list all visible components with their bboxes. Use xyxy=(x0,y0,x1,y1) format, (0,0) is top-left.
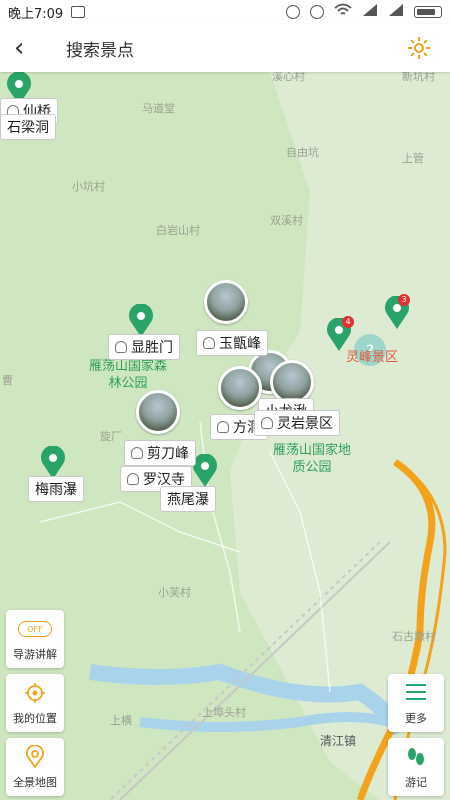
spot-label[interactable]: 玉甑峰 xyxy=(196,330,268,356)
user-icon xyxy=(115,341,127,353)
village-label: 曹 xyxy=(2,374,13,387)
spot-label[interactable]: 石梁洞 xyxy=(0,114,56,140)
scenic-area-label: 灵峰景区 xyxy=(346,350,399,365)
signal-icon xyxy=(362,3,378,21)
user-icon xyxy=(131,447,143,459)
spot-photo-marker[interactable] xyxy=(136,390,180,434)
toggle-switch[interactable]: OFF xyxy=(18,621,52,637)
count-badge: 4 xyxy=(342,316,354,328)
user-icon xyxy=(127,473,139,485)
village-label: 小芙村 xyxy=(158,586,191,599)
back-button[interactable]: ‹ xyxy=(14,33,48,63)
travel-notes-button[interactable]: 游记 xyxy=(388,738,444,796)
spot-photo-marker[interactable] xyxy=(218,366,262,410)
village-label: 小坑村 xyxy=(72,180,105,193)
my-location-label: 我的位置 xyxy=(13,712,57,725)
back-icon: ‹ xyxy=(14,33,25,63)
search-input[interactable]: 搜索景点 xyxy=(48,36,402,61)
village-label: 自由坑 xyxy=(286,146,319,159)
overview-map-button[interactable]: 全景地图 xyxy=(6,738,64,796)
village-label: 新坑村 xyxy=(402,72,435,83)
village-label: 溪心村 xyxy=(272,72,305,83)
footprints-icon xyxy=(408,748,424,765)
overview-map-label: 全景地图 xyxy=(13,776,57,789)
settings-button[interactable] xyxy=(402,31,436,65)
village-label: 石古墩村 xyxy=(392,630,436,643)
menu-icon xyxy=(406,684,426,700)
spot-label[interactable]: 燕尾瀑 xyxy=(160,486,216,512)
map-pin[interactable] xyxy=(40,446,66,480)
forest-park-label: 雁荡山国家森林公园 xyxy=(88,359,167,391)
count-badge: 3 xyxy=(398,294,410,306)
spot-label[interactable]: 剪刀峰 xyxy=(124,440,196,466)
my-location-button[interactable]: 我的位置 xyxy=(6,674,64,732)
user-icon xyxy=(203,337,215,349)
top-bar: ‹ 搜索景点 xyxy=(0,24,450,72)
gear-icon xyxy=(408,37,430,59)
clock: 晚上7:09 xyxy=(8,6,64,22)
status-bar: 晚上7:09 xyxy=(0,0,450,24)
signal2-icon xyxy=(388,3,404,21)
guide-audio-button[interactable]: OFF 导游讲解 xyxy=(6,610,64,668)
village-label: 马道堂 xyxy=(142,102,175,115)
user-icon xyxy=(261,417,273,429)
geo-park-label: 雁荡山国家地质公园 xyxy=(272,443,351,475)
spot-label[interactable]: 梅雨瀑 xyxy=(28,476,84,502)
town-label: 清江镇 xyxy=(320,734,357,748)
spot-label[interactable]: 灵岩景区 xyxy=(254,410,340,436)
village-label: 上埠头村 xyxy=(202,706,246,719)
village-label: 双溪村 xyxy=(270,214,303,227)
village-label: 白岩山村 xyxy=(156,224,200,237)
travel-notes-label: 游记 xyxy=(405,776,427,789)
alarm-icon xyxy=(286,5,300,19)
notification-icon xyxy=(71,6,86,18)
headset-icon xyxy=(310,5,324,19)
map-pin-icon xyxy=(26,745,44,769)
user-icon xyxy=(217,421,229,433)
spot-photo-marker[interactable] xyxy=(204,280,248,324)
more-label: 更多 xyxy=(405,712,427,725)
village-label: 上横 xyxy=(110,714,132,727)
battery-icon xyxy=(414,6,442,18)
map-pin[interactable] xyxy=(128,304,154,338)
spot-label[interactable]: 显胜门 xyxy=(108,334,180,360)
village-label: 上管 xyxy=(402,152,424,165)
village-label: 旋厂 xyxy=(100,430,122,443)
crosshair-icon xyxy=(25,683,45,703)
more-button[interactable]: 更多 xyxy=(388,674,444,732)
map-canvas[interactable]: ? 溪心村 新坑村 马道堂 自由坑 上管 小坑村 白岩山村 双溪村 曹 旋厂 小… xyxy=(0,72,450,800)
guide-audio-label: 导游讲解 xyxy=(13,648,57,661)
wifi-icon xyxy=(334,3,352,21)
